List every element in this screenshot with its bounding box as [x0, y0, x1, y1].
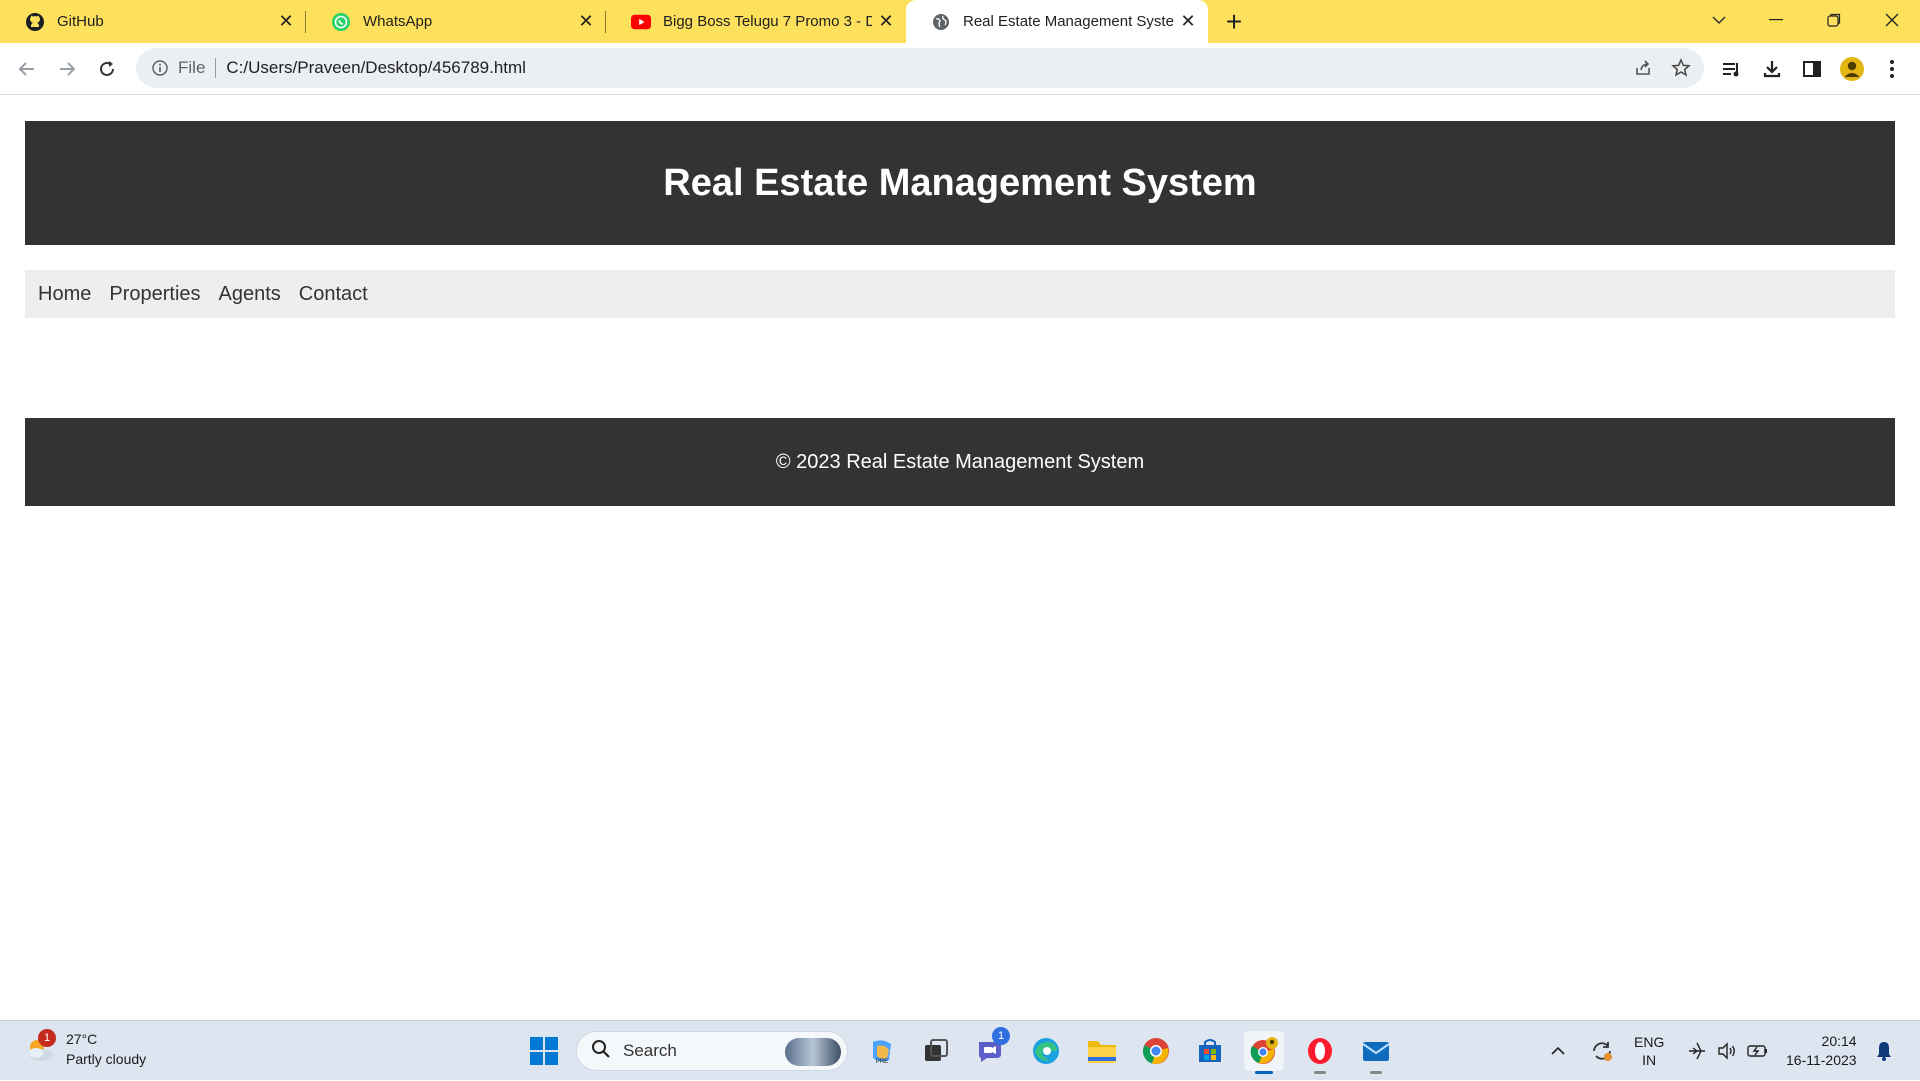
site-footer: © 2023 Real Estate Management System: [25, 418, 1895, 506]
tab-title: WhatsApp: [363, 13, 433, 30]
divider: [215, 58, 217, 78]
restore-button[interactable]: [1808, 0, 1860, 40]
network-icon[interactable]: [1686, 1021, 1708, 1081]
start-button[interactable]: [524, 1031, 564, 1071]
chrome-button[interactable]: [1136, 1031, 1176, 1071]
forward-button[interactable]: [51, 53, 83, 85]
store-button[interactable]: [1190, 1031, 1230, 1071]
nav-link-properties[interactable]: Properties: [109, 283, 200, 306]
search-highlight-image: [785, 1038, 841, 1066]
tab-title: GitHub: [57, 13, 104, 30]
language-indicator[interactable]: ENG IN: [1634, 1021, 1664, 1081]
weather-badge: 1: [38, 1029, 56, 1047]
show-hidden-icons-button[interactable]: [1550, 1021, 1566, 1081]
search-icon: [591, 1039, 611, 1064]
browser-tab-bar: GitHub ✕ WhatsApp ✕ Bigg Boss Telugu 7 P…: [0, 0, 1920, 43]
scheme-label: File: [178, 58, 206, 77]
edge-icon: [1033, 1038, 1059, 1064]
folder-icon: [1088, 1041, 1116, 1063]
search-label: Search: [623, 1041, 677, 1060]
tab-youtube[interactable]: Bigg Boss Telugu 7 Promo 3 - D ✕: [606, 0, 906, 43]
windows-taskbar: 1 27°C Partly cloudy Search PRE 1 ENG IN…: [0, 1020, 1920, 1080]
volume-icon[interactable]: [1716, 1021, 1738, 1081]
nav-link-contact[interactable]: Contact: [299, 283, 368, 306]
minimize-button[interactable]: [1750, 0, 1802, 40]
clock[interactable]: 20:14 16-11-2023: [1786, 1021, 1857, 1081]
globe-icon: [931, 12, 951, 32]
file-explorer-button[interactable]: [1082, 1031, 1122, 1071]
chevron-up-icon: [1551, 1046, 1565, 1055]
clock-time: 20:14: [1821, 1033, 1857, 1049]
copilot-button[interactable]: PRE: [862, 1031, 902, 1071]
tab-real-estate[interactable]: Real Estate Management System ✕: [906, 0, 1208, 43]
weather-condition: Partly cloudy: [66, 1051, 147, 1067]
whatsapp-icon: [331, 12, 351, 32]
sync-status-button[interactable]: [1590, 1021, 1614, 1081]
github-icon: [25, 12, 45, 32]
edge-button[interactable]: [1026, 1031, 1066, 1071]
tab-search-chevron-icon[interactable]: [1693, 0, 1745, 40]
microsoft-store-icon: [1199, 1039, 1221, 1062]
reload-button[interactable]: [91, 53, 123, 85]
browser-toolbar: File C:/Users/Praveen/Desktop/456789.htm…: [0, 43, 1920, 95]
page-viewport: Real Estate Management System Home Prope…: [0, 96, 1920, 1020]
mail-button[interactable]: [1356, 1031, 1396, 1074]
tab-title: Real Estate Management System: [963, 13, 1174, 30]
share-icon[interactable]: [1628, 53, 1658, 83]
running-indicator: [1370, 1071, 1382, 1074]
close-icon[interactable]: ✕: [572, 8, 600, 36]
address-bar[interactable]: File C:/Users/Praveen/Desktop/456789.htm…: [136, 48, 1704, 88]
weather-widget[interactable]: 1 27°C Partly cloudy: [22, 1029, 146, 1069]
teams-badge: 1: [992, 1027, 1010, 1045]
mail-icon: [1362, 1042, 1390, 1061]
svg-text:PRE: PRE: [876, 1059, 888, 1065]
teams-button[interactable]: 1: [970, 1027, 1010, 1071]
nav-link-agents[interactable]: Agents: [219, 283, 281, 306]
weather-temp: 27°C: [66, 1031, 98, 1047]
profile-avatar[interactable]: [1836, 53, 1868, 85]
nav-link-home[interactable]: Home: [38, 283, 91, 306]
task-view-icon: [925, 1039, 948, 1061]
page-title: Real Estate Management System: [663, 161, 1257, 204]
opera-icon: [1308, 1038, 1332, 1064]
taskbar-search[interactable]: Search: [576, 1031, 848, 1071]
media-controls-icon[interactable]: [1716, 53, 1748, 85]
tab-whatsapp[interactable]: WhatsApp ✕: [306, 0, 606, 43]
chrome-profile-icon: [1250, 1037, 1278, 1064]
language-region: IN: [1642, 1052, 1657, 1068]
battery-icon[interactable]: [1746, 1021, 1770, 1081]
active-indicator: [1255, 1071, 1273, 1074]
footer-text: © 2023 Real Estate Management System: [775, 450, 1145, 473]
site-header: Real Estate Management System: [25, 121, 1895, 245]
close-icon[interactable]: ✕: [272, 8, 300, 36]
partly-cloudy-icon: 1: [22, 1029, 58, 1067]
clock-date: 16-11-2023: [1786, 1052, 1857, 1068]
task-view-button[interactable]: [916, 1031, 956, 1071]
close-window-button[interactable]: [1866, 0, 1918, 40]
language-code: ENG: [1634, 1034, 1665, 1050]
side-panel-icon[interactable]: [1796, 53, 1828, 85]
download-icon[interactable]: [1756, 53, 1788, 85]
tab-github[interactable]: GitHub ✕: [0, 0, 306, 43]
windows-logo-icon: [530, 1037, 558, 1065]
url-text[interactable]: C:/Users/Praveen/Desktop/456789.html: [226, 58, 1628, 78]
youtube-icon: [631, 12, 651, 32]
tab-title: Bigg Boss Telugu 7 Promo 3 - D: [663, 13, 872, 30]
copilot-icon: PRE: [873, 1040, 891, 1065]
opera-button[interactable]: [1300, 1031, 1340, 1074]
more-menu-icon[interactable]: [1876, 53, 1908, 85]
running-indicator: [1314, 1071, 1326, 1074]
back-button[interactable]: [11, 53, 43, 85]
chrome-profile-button[interactable]: [1244, 1031, 1284, 1074]
close-icon[interactable]: ✕: [872, 8, 900, 36]
chrome-icon: [1142, 1038, 1169, 1064]
close-icon[interactable]: ✕: [1174, 8, 1202, 36]
sync-icon: [1593, 1042, 1612, 1061]
notification-bell-icon[interactable]: [1874, 1021, 1894, 1081]
new-tab-button[interactable]: +: [1218, 6, 1250, 38]
bookmark-star-icon[interactable]: [1666, 53, 1696, 83]
site-nav: Home Properties Agents Contact: [25, 270, 1895, 318]
info-icon[interactable]: [150, 58, 170, 78]
